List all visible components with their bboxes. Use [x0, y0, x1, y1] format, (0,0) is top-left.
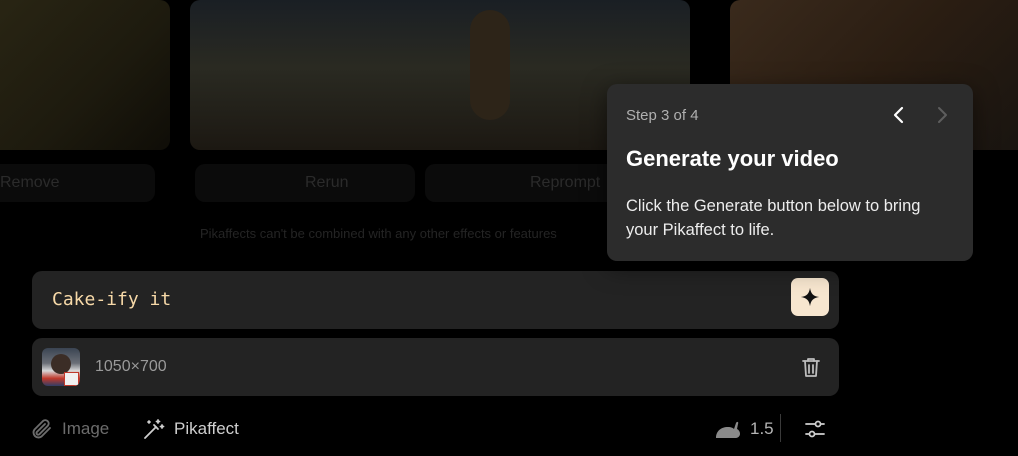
image-label: Image	[62, 419, 110, 438]
speed-value: 1.5	[750, 419, 774, 438]
paperclip-icon	[32, 419, 51, 439]
toolbar-divider	[780, 414, 781, 442]
remove-chip-label: Remove	[0, 174, 60, 191]
image-button[interactable]: Image	[30, 417, 109, 441]
trash-icon[interactable]	[799, 355, 823, 379]
speed-indicator[interactable]: 1.5	[714, 417, 774, 441]
pikaffect-button[interactable]: Pikaffect	[142, 417, 239, 441]
tour-title: Generate your video	[626, 146, 839, 171]
prompt-input[interactable]: Cake-ify it	[32, 271, 839, 329]
sliders-icon[interactable]	[803, 417, 827, 441]
rabbit-icon	[716, 421, 740, 438]
rerun-chip-label: Rerun	[305, 174, 349, 191]
magic-wand-icon	[144, 419, 165, 439]
video-thumbnail	[0, 0, 170, 150]
reprompt-chip-label: Reprompt	[530, 174, 601, 191]
image-size: 1050×700	[95, 358, 167, 375]
tour-description: Click the Generate button below to bring…	[626, 197, 921, 239]
step-indicator: Step 3 of 4	[626, 107, 699, 124]
generate-button[interactable]	[791, 278, 829, 316]
pikaffect-label: Pikaffect	[174, 419, 239, 438]
sparkle-icon	[800, 287, 820, 307]
background-caption: Pikaffects can't be combined with any ot…	[200, 226, 557, 241]
image-thumbnail	[42, 348, 80, 386]
image-attachment: 1050×700	[32, 338, 839, 396]
prompt-text[interactable]: Cake-ify it	[52, 289, 171, 310]
chevron-left-icon[interactable]	[889, 104, 909, 126]
tour-popover: Step 3 of 4 Generate your video Click th…	[607, 84, 973, 261]
chevron-right-icon[interactable]	[932, 104, 952, 126]
